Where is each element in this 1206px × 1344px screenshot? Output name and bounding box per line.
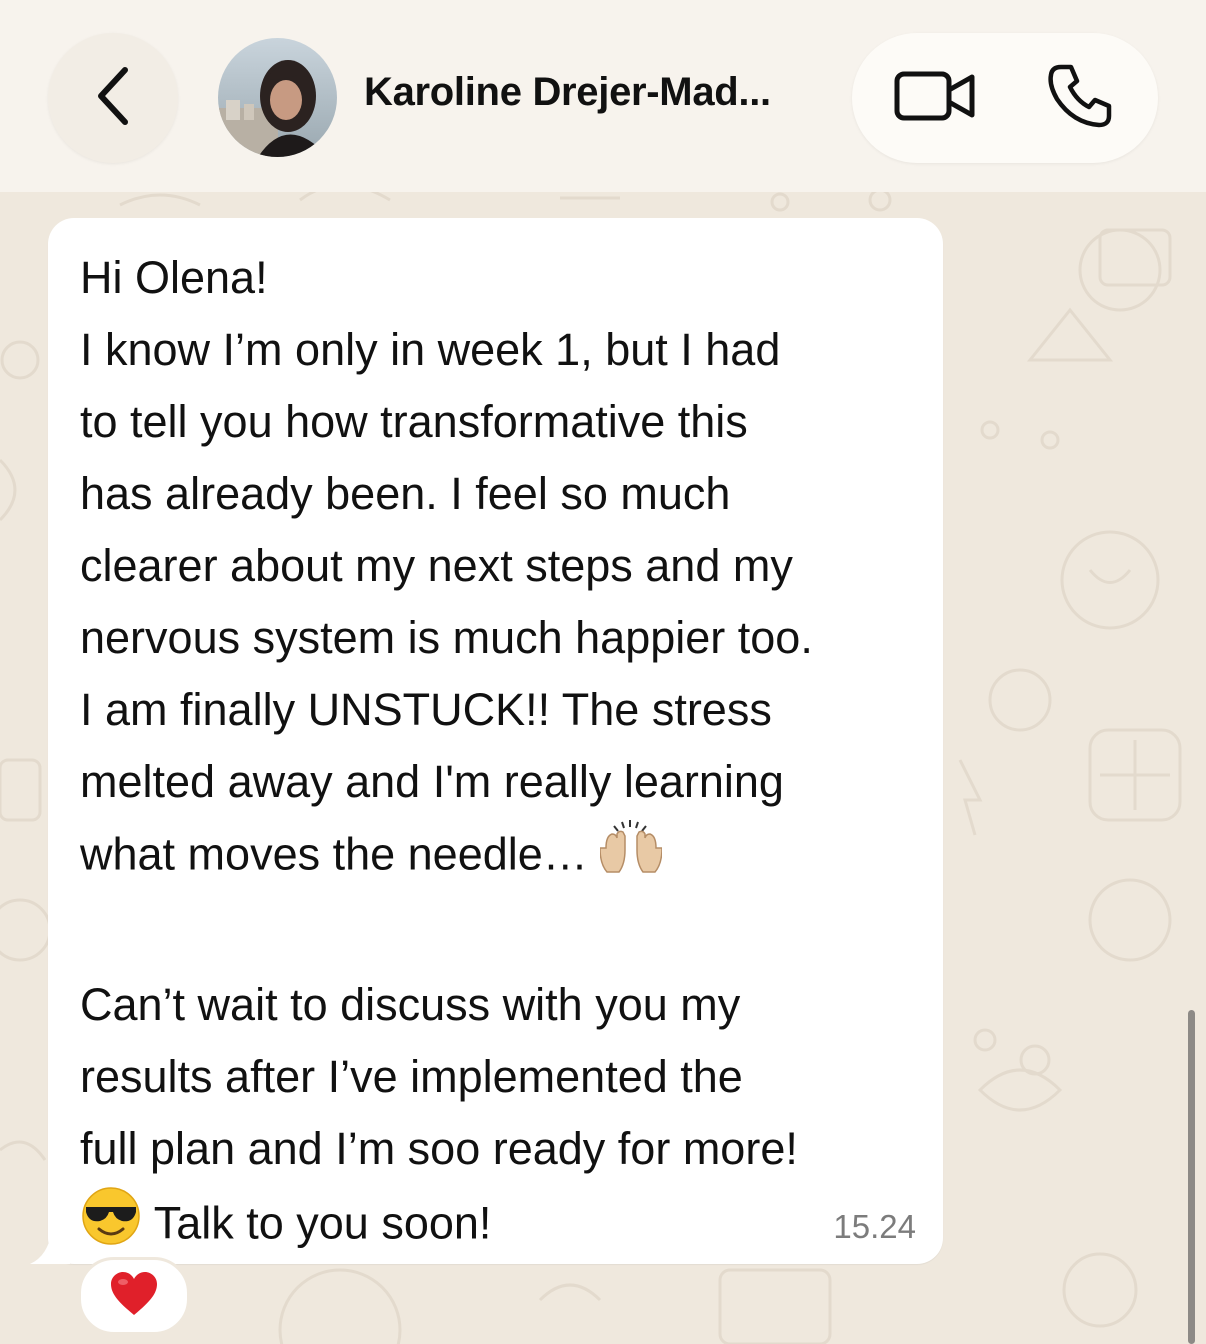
video-camera-icon [894, 70, 976, 127]
reaction-button[interactable] [78, 1257, 190, 1335]
message-line: I am finally UNSTUCK!! The stress [80, 684, 772, 735]
voice-call-button[interactable] [1030, 55, 1130, 141]
message-line: Can’t wait to discuss with you my [80, 979, 741, 1030]
message-line: what moves the needle… [80, 828, 588, 880]
message-text: Hi Olena! I know I’m only in week 1, but… [80, 242, 930, 1268]
message-line: melted away and I'm really learning [80, 756, 784, 807]
message-line: full plan and I’m soo ready for more! [80, 1123, 798, 1174]
message-line: results after I’ve implemented the [80, 1051, 743, 1102]
bubble-tail [30, 1230, 70, 1264]
back-button[interactable] [48, 33, 178, 163]
message-timestamp: 15.24 [833, 1208, 916, 1245]
scrollbar[interactable] [1188, 1010, 1195, 1344]
message-line: nervous system is much happier too. [80, 612, 813, 663]
message-line: Hi Olena! [80, 252, 268, 303]
message-line: Talk to you soon! [153, 1197, 492, 1249]
video-call-button[interactable] [880, 60, 990, 136]
phone-icon [1047, 63, 1113, 134]
chevron-left-icon [91, 64, 135, 133]
message-line: to tell you how transformative this [80, 396, 748, 447]
red-heart-icon [109, 1271, 159, 1322]
smiling-face-with-sunglasses-icon [80, 1185, 142, 1268]
message-line: has already been. I feel so much [80, 468, 731, 519]
message-line: clearer about my next steps and my [80, 540, 793, 591]
raising-hands-icon [599, 818, 664, 897]
contact-name[interactable]: Karoline Drejer-Mad... [364, 70, 834, 115]
avatar[interactable] [218, 38, 337, 157]
message-line: I know I’m only in week 1, but I had [80, 324, 781, 375]
